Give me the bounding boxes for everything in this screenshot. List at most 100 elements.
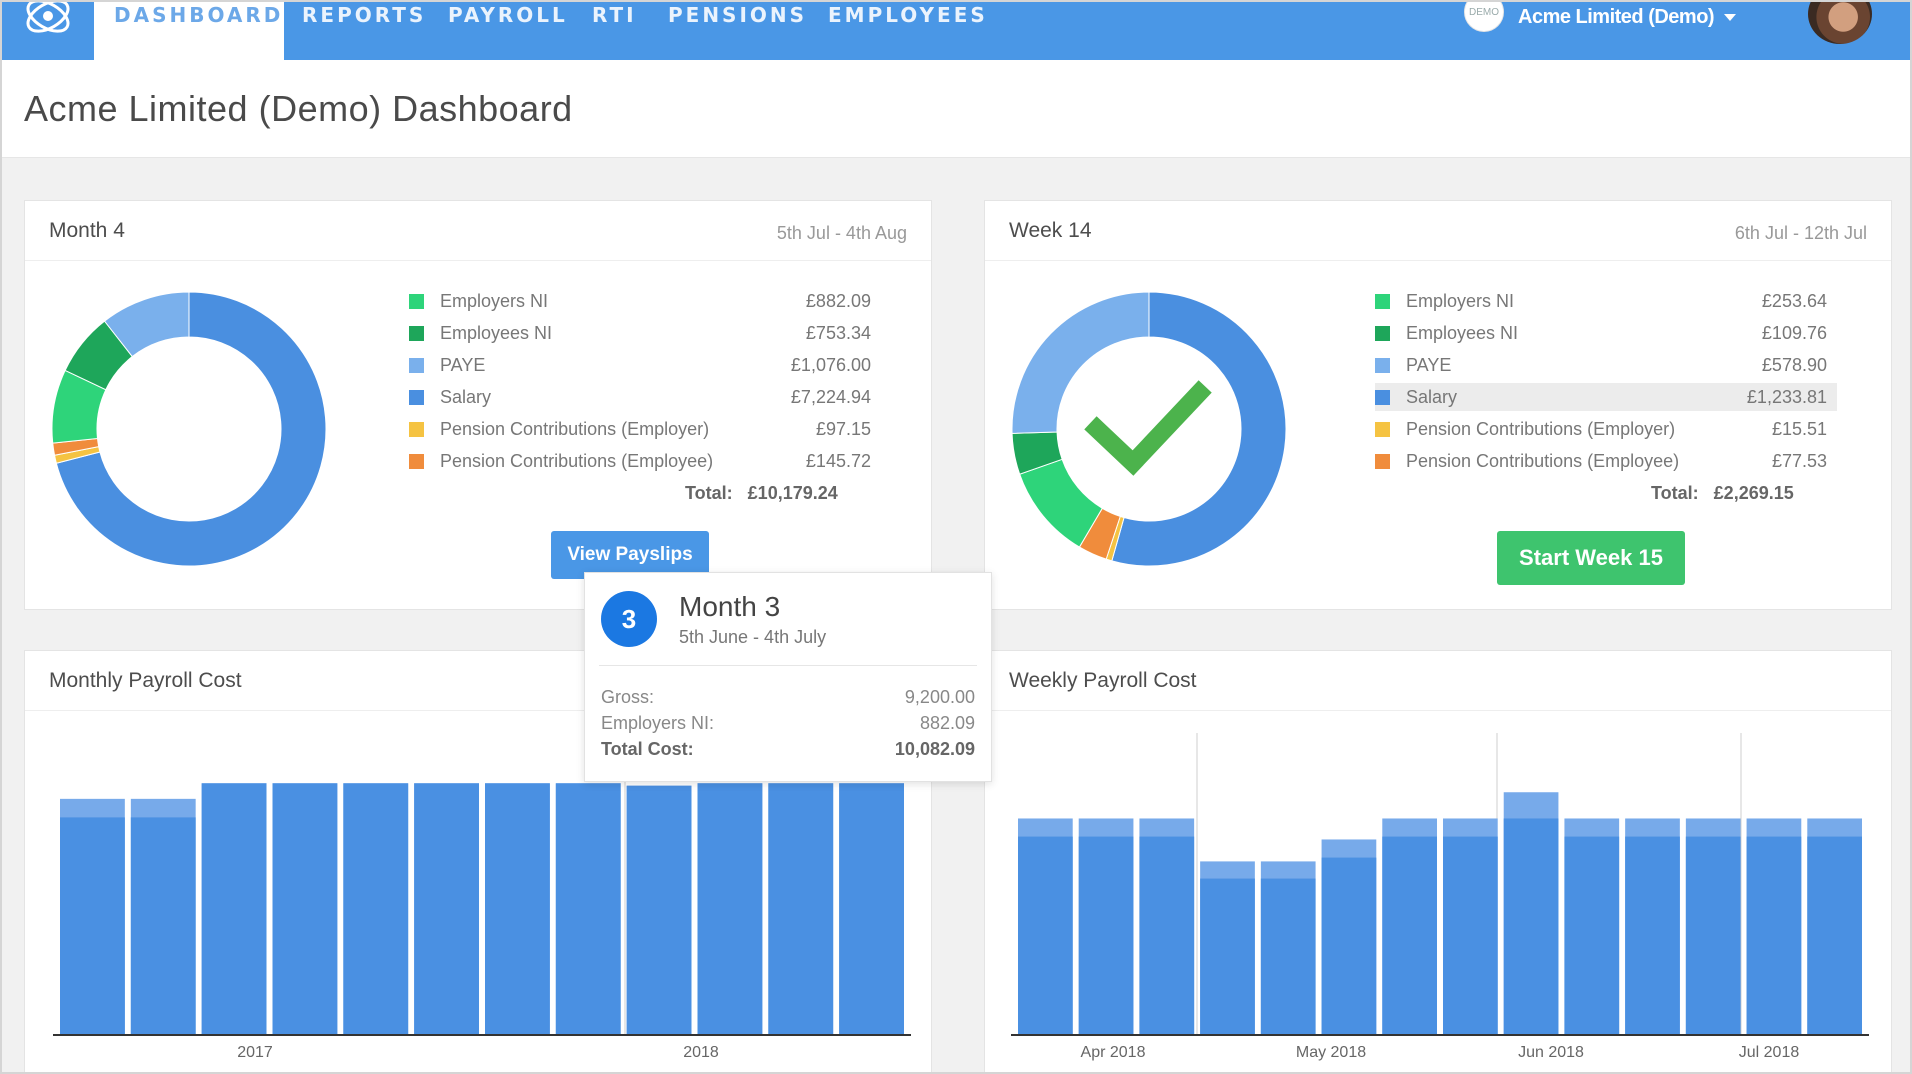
tooltip-value: 9,200.00: [904, 687, 975, 707]
bar[interactable]: [1625, 836, 1680, 1035]
start-week-button[interactable]: Start Week 15: [1497, 531, 1685, 585]
x-tick-label: 2017: [237, 1044, 273, 1061]
legend-value: £109.76: [1761, 323, 1827, 343]
weekly-payroll-card: Weekly Payroll Cost Apr 2018 May 2018 Jun …: [984, 650, 1892, 1072]
bar[interactable]: [839, 783, 904, 1035]
week-total: Total: £2,269.15: [1651, 483, 1794, 504]
x-tick-label: May 2018: [1296, 1044, 1366, 1061]
bar[interactable]: [1685, 836, 1741, 1035]
checkmark-icon: [1084, 380, 1212, 476]
legend-swatch: [1375, 358, 1390, 373]
legend-value: £578.90: [1761, 355, 1827, 375]
nav-employees[interactable]: EMPLOYEES: [828, 2, 988, 60]
card-header: Weekly Payroll Cost: [985, 651, 1891, 711]
nav-payroll[interactable]: PAYROLL: [448, 2, 568, 60]
legend-value: £1,233.81: [1746, 387, 1827, 407]
bar[interactable]: [1443, 836, 1498, 1035]
bar[interactable]: [697, 783, 763, 1035]
nav-pensions[interactable]: PENSIONS: [668, 2, 807, 60]
bar[interactable]: [60, 817, 125, 1035]
bar[interactable]: [485, 783, 550, 1035]
user-avatar[interactable]: [1808, 2, 1872, 44]
bar[interactable]: [1260, 878, 1316, 1035]
card-header: Month 4 5th Jul - 4th Aug: [25, 201, 931, 261]
bar[interactable]: [130, 817, 196, 1035]
legend-swatch: [1375, 326, 1390, 341]
legend-label: PAYE: [440, 355, 486, 375]
legend-item[interactable]: Salary £7,224.94: [409, 383, 881, 411]
legend-swatch: [1375, 390, 1390, 405]
legend-value: £1,076.00: [790, 355, 871, 375]
tooltip-number-badge: 3: [601, 591, 657, 647]
donut-slice[interactable]: [1011, 291, 1150, 434]
bar[interactable]: [555, 783, 621, 1035]
card-date-range: 6th Jul - 12th Jul: [1734, 223, 1867, 243]
legend-label: Employees NI: [1406, 323, 1519, 343]
bar[interactable]: [626, 785, 692, 1035]
x-tick-label: Jun 2018: [1518, 1044, 1584, 1061]
legend-item[interactable]: Salary £1,233.81: [1375, 383, 1837, 411]
bar[interactable]: [1078, 836, 1134, 1035]
legend-swatch: [409, 454, 424, 469]
bar[interactable]: [1018, 836, 1073, 1035]
bar[interactable]: [272, 783, 338, 1035]
company-switcher[interactable]: DEMO Acme Limited (Demo): [1464, 2, 1737, 32]
legend-item[interactable]: PAYE £1,076.00: [409, 351, 881, 379]
chevron-down-icon: [1724, 13, 1737, 21]
legend-item[interactable]: Pension Contributions (Employer) £15.51: [1375, 415, 1837, 443]
bar[interactable]: [1382, 836, 1437, 1035]
legend-value: £7,224.94: [790, 387, 871, 407]
legend-item[interactable]: Pension Contributions (Employee) £145.72: [409, 447, 881, 475]
legend-item[interactable]: Pension Contributions (Employer) £97.15: [409, 415, 881, 443]
nav-rti[interactable]: RTI: [592, 2, 637, 60]
legend-label: Salary: [1406, 387, 1458, 407]
weekly-bar-chart: Apr 2018 May 2018 Jun 2018 Jul 2018: [1011, 733, 1869, 1061]
app-window: DASHBOARD REPORTS PAYROLL RTI PENSIONS E…: [0, 0, 1912, 1074]
tooltip-title: Month 3: [679, 591, 781, 622]
legend-swatch: [1375, 454, 1390, 469]
legend-swatch: [409, 422, 424, 437]
bar[interactable]: [1200, 878, 1255, 1035]
bar[interactable]: [343, 783, 409, 1035]
legend-swatch: [409, 326, 424, 341]
month-donut-chart: [51, 291, 327, 567]
x-tick-label: 2018: [683, 1044, 719, 1061]
legend-label: Pension Contributions (Employee): [440, 451, 714, 471]
total-label: Total:: [1651, 483, 1699, 503]
card-title: Monthly Payroll Cost: [49, 669, 242, 692]
legend-item[interactable]: Employees NI £753.34: [409, 319, 881, 347]
bar[interactable]: [1746, 836, 1802, 1035]
tooltip-label: Employers NI:: [601, 713, 715, 733]
legend-item[interactable]: Employers NI £882.09: [409, 287, 881, 315]
bar[interactable]: [1564, 836, 1620, 1035]
legend-label: Employers NI: [440, 291, 549, 311]
bar[interactable]: [414, 783, 479, 1035]
tooltip-divider: [599, 665, 977, 666]
total-value: £2,269.15: [1713, 483, 1794, 503]
tooltip-date-range: 5th June - 4th July: [679, 627, 827, 647]
legend-label: Pension Contributions (Employer): [1406, 419, 1676, 439]
bar[interactable]: [1807, 836, 1862, 1035]
bar[interactable]: [1503, 818, 1559, 1035]
chart-tooltip: 3 Month 3 5th June - 4th July Gross: 9,2…: [584, 572, 992, 782]
bar[interactable]: [1321, 857, 1377, 1035]
bar[interactable]: [1139, 836, 1195, 1035]
legend-label: Employers NI: [1406, 291, 1515, 311]
week-summary-card: Week 14 6th Jul - 12th Jul Employers NI £…: [984, 200, 1892, 610]
brand-logo-icon[interactable]: [16, 0, 80, 44]
bar[interactable]: [768, 783, 834, 1035]
legend-item[interactable]: Pension Contributions (Employee) £77.53: [1375, 447, 1837, 475]
legend-item[interactable]: PAYE £578.90: [1375, 351, 1837, 379]
legend-swatch: [1375, 422, 1390, 437]
nav-reports[interactable]: REPORTS: [302, 2, 426, 60]
top-navbar: DASHBOARD REPORTS PAYROLL RTI PENSIONS E…: [2, 0, 1910, 60]
card-title: Week 14: [1009, 219, 1092, 242]
legend-item[interactable]: Employees NI £109.76: [1375, 319, 1837, 347]
card-header: Week 14 6th Jul - 12th Jul: [985, 201, 1891, 261]
week-donut-chart: [1011, 291, 1287, 567]
bar[interactable]: [201, 783, 267, 1035]
nav-dashboard[interactable]: DASHBOARD: [94, 2, 284, 60]
tooltip-value: 10,082.09: [894, 739, 975, 759]
legend-value: £15.51: [1771, 419, 1827, 439]
legend-item[interactable]: Employers NI £253.64: [1375, 287, 1837, 315]
